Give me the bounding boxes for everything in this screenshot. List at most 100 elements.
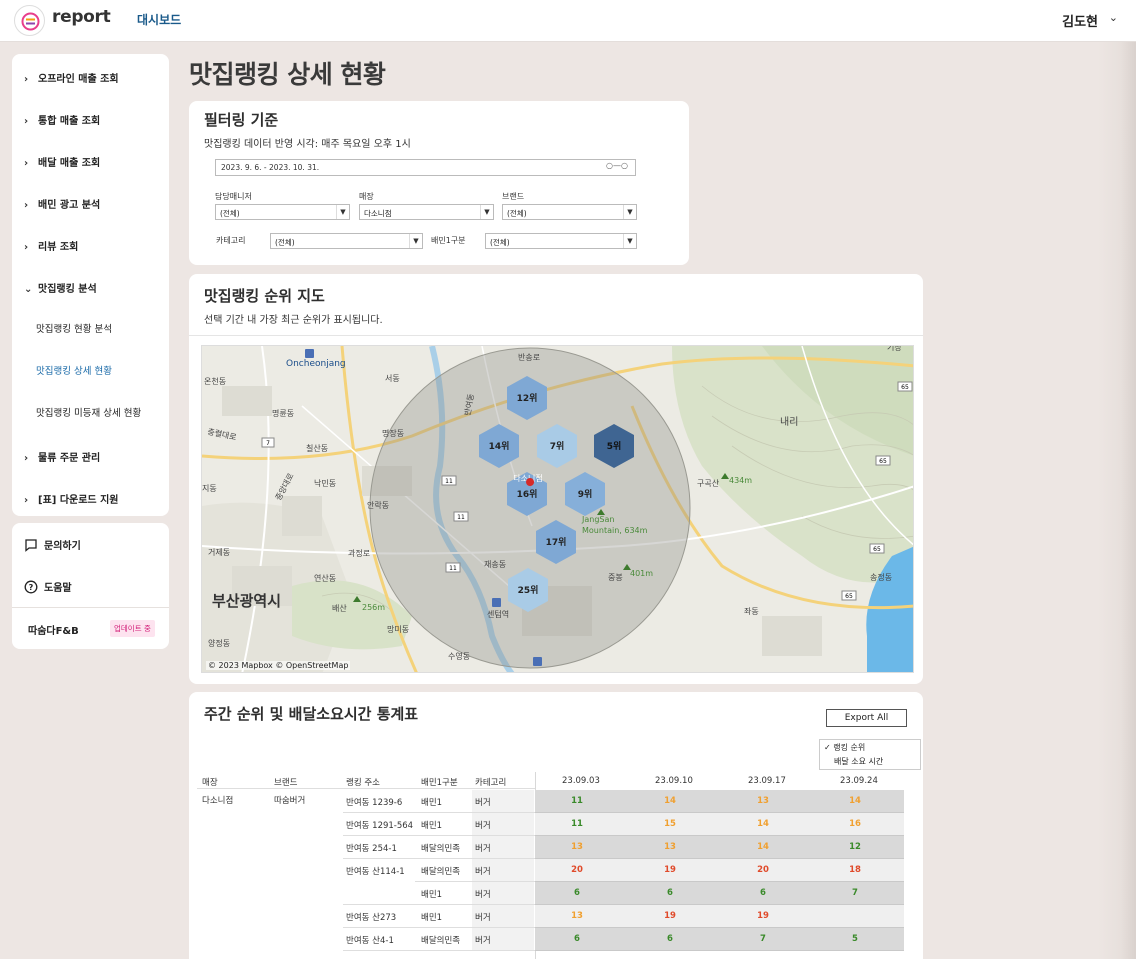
help-link[interactable]: ? 도움말 bbox=[24, 579, 72, 594]
rank-value[interactable]: 6 bbox=[547, 888, 607, 898]
inquiry-link[interactable]: 문의하기 bbox=[24, 537, 81, 552]
sidebar-item-integrated-sales[interactable]: › 통합 매출 조회 bbox=[24, 112, 100, 127]
user-name[interactable]: 김도현 bbox=[1062, 11, 1098, 30]
rank-value[interactable]: 6 bbox=[547, 934, 607, 944]
metric-selector[interactable]: ✓ 랭킹 순위 배달 소요 시간 bbox=[819, 739, 921, 770]
sidebar-subitem-ranking-detail[interactable]: 맛집랭킹 상세 현황 bbox=[36, 363, 112, 377]
export-all-button[interactable]: Export All bbox=[826, 709, 907, 727]
sidebar-subitem-unlisted-detail[interactable]: 맛집랭킹 미등재 상세 현황 bbox=[36, 405, 141, 419]
help-panel: 문의하기 ? 도움말 따숨다F&B 업데이트 중 bbox=[12, 523, 169, 649]
chevron-down-icon[interactable]: ⌄ bbox=[1109, 11, 1118, 24]
chevron-right-icon: › bbox=[24, 453, 29, 464]
rank-value[interactable]: 19 bbox=[640, 911, 700, 921]
sidebar-item-ranking-analysis[interactable]: ⌄ 맛집랭킹 분석 bbox=[24, 280, 97, 295]
rank-value[interactable]: 13 bbox=[547, 842, 607, 852]
rank-value[interactable]: 7 bbox=[733, 934, 793, 944]
table-row[interactable]: 11 14 13 14 bbox=[535, 790, 904, 813]
rank-data-grid: 11 14 13 14 11 15 14 16 13 13 14 12 20 19 20 18 6 6 6 7 13 19… bbox=[535, 790, 904, 959]
sidebar-item-label: 배민 광고 분석 bbox=[38, 200, 101, 211]
brand-select[interactable]: (전체) ▼ bbox=[502, 204, 637, 220]
svg-text:65: 65 bbox=[901, 384, 909, 391]
table-row[interactable]: 20 19 20 18 bbox=[535, 859, 904, 882]
page-title: 맛집랭킹 상세 현황 bbox=[189, 60, 386, 89]
rank-value[interactable]: 11 bbox=[547, 796, 607, 806]
place-label: 서동 bbox=[385, 374, 400, 383]
filter-panel: 필터링 기준 맛집랭킹 데이터 반영 시각: 매주 목요일 오후 1시 2023… bbox=[189, 101, 689, 265]
category-cell: 버거 bbox=[475, 913, 491, 923]
category-select[interactable]: (전체) ▼ bbox=[270, 233, 423, 249]
place-label: 센텀역 bbox=[487, 609, 509, 619]
rank-value[interactable]: 15 bbox=[640, 819, 700, 829]
column-header-brand: 브랜드 bbox=[274, 778, 298, 788]
rank-value[interactable]: 14 bbox=[733, 842, 793, 852]
manager-select[interactable]: (전체) ▼ bbox=[215, 204, 350, 220]
rank-value[interactable]: 14 bbox=[825, 796, 885, 806]
rank-value[interactable]: 13 bbox=[547, 911, 607, 921]
rank-value[interactable]: 20 bbox=[547, 865, 607, 875]
sidebar-item-download[interactable]: › [표] 다운로드 지원 bbox=[24, 491, 119, 506]
place-label: 망미동 bbox=[387, 624, 409, 634]
sidebar-item-delivery-sales[interactable]: › 배달 매출 조회 bbox=[24, 154, 100, 169]
rank-value[interactable]: 6 bbox=[733, 888, 793, 898]
logo-icon[interactable] bbox=[14, 5, 45, 36]
place-label: 401m bbox=[630, 569, 653, 578]
place-label: 온천동 bbox=[204, 376, 226, 386]
sidebar-item-offline-sales[interactable]: › 오프라인 매출 조회 bbox=[24, 70, 119, 85]
map-attribution[interactable]: © 2023 Mapbox © OpenStreetMap bbox=[206, 661, 351, 670]
chevron-right-icon: › bbox=[24, 495, 29, 506]
nav-dashboard[interactable]: 대시보드 bbox=[137, 11, 181, 28]
rank-value[interactable]: 19 bbox=[733, 911, 793, 921]
place-label: Mountain, 634m bbox=[582, 526, 648, 535]
svg-text:11: 11 bbox=[449, 565, 457, 572]
place-label: JangSan bbox=[581, 515, 614, 524]
rank-value[interactable]: 14 bbox=[640, 796, 700, 806]
table-row[interactable]: 13 19 19 bbox=[535, 905, 904, 928]
rank-value[interactable]: 19 bbox=[640, 865, 700, 875]
baemin-type-cell: 배민1 bbox=[421, 890, 443, 900]
column-header-week: 23.09.17 bbox=[748, 776, 786, 786]
sidebar-item-logistics[interactable]: › 물류 주문 관리 bbox=[24, 449, 100, 464]
metric-option-delivery-time[interactable]: 배달 소요 시간 bbox=[834, 756, 883, 767]
baemin-type-cell: 배민1 bbox=[421, 821, 443, 831]
range-slider-icon[interactable]: ○—○ bbox=[606, 161, 628, 170]
address-cell: 반여동 산114-1 bbox=[346, 867, 405, 877]
rank-label: 14위 bbox=[489, 440, 510, 452]
table-row[interactable]: 11 15 14 16 bbox=[535, 813, 904, 836]
rank-value[interactable]: 20 bbox=[733, 865, 793, 875]
help-label: 도움말 bbox=[44, 583, 72, 594]
rank-value[interactable]: 6 bbox=[640, 934, 700, 944]
chat-icon bbox=[25, 539, 37, 552]
baemin-type-select[interactable]: (전체) ▼ bbox=[485, 233, 637, 249]
sidebar-subitem-ranking-status[interactable]: 맛집랭킹 현황 분석 bbox=[36, 321, 112, 335]
rank-value[interactable]: 13 bbox=[640, 842, 700, 852]
sidebar-item-label: 맛집랭킹 분석 bbox=[38, 284, 97, 295]
place-label: 수영동 bbox=[448, 651, 470, 661]
question-icon: ? bbox=[24, 580, 38, 594]
rank-value[interactable]: 7 bbox=[825, 888, 885, 898]
rank-value[interactable]: 11 bbox=[547, 819, 607, 829]
city-label: 부산광역시 bbox=[212, 592, 281, 610]
date-range-input[interactable]: 2023. 9. 6. - 2023. 10. 31. ○—○ bbox=[215, 159, 636, 176]
rank-value[interactable]: 5 bbox=[825, 934, 885, 944]
rank-value[interactable]: 18 bbox=[825, 865, 885, 875]
sidebar-item-baemin-ads[interactable]: › 배민 광고 분석 bbox=[24, 196, 100, 211]
map-note: 선택 기간 내 가장 최근 순위가 표시됩니다. bbox=[204, 315, 383, 326]
app-name[interactable]: report bbox=[52, 7, 111, 27]
column-header-week: 23.09.03 bbox=[562, 776, 600, 786]
table-row[interactable]: 6 6 7 5 bbox=[535, 928, 904, 951]
filter-note: 맛집랭킹 데이터 반영 시각: 매주 목요일 오후 1시 bbox=[204, 139, 411, 150]
table-row[interactable]: 13 13 14 12 bbox=[535, 836, 904, 859]
rank-value[interactable]: 14 bbox=[733, 819, 793, 829]
rank-value[interactable]: 6 bbox=[640, 888, 700, 898]
metric-option-rank[interactable]: ✓ 랭킹 순위 bbox=[824, 742, 865, 753]
sidebar-item-label: 리뷰 조회 bbox=[38, 242, 79, 253]
rank-value[interactable]: 13 bbox=[733, 796, 793, 806]
ranking-map[interactable]: 반송로 Oncheonjang 온천동 서동 명륜동 명장동 충렬대로 칠산동 … bbox=[201, 345, 914, 673]
table-row[interactable]: 6 6 6 7 bbox=[535, 882, 904, 905]
store-select[interactable]: 다소니점 ▼ bbox=[359, 204, 494, 220]
rank-value[interactable]: 16 bbox=[825, 819, 885, 829]
sidebar: › 오프라인 매출 조회 › 통합 매출 조회 › 배달 매출 조회 › 배민 광고 분… bbox=[12, 54, 169, 516]
map-canvas[interactable]: 반송로 Oncheonjang 온천동 서동 명륜동 명장동 충렬대로 칠산동 … bbox=[202, 346, 914, 673]
rank-value[interactable]: 12 bbox=[825, 842, 885, 852]
sidebar-item-reviews[interactable]: › 리뷰 조회 bbox=[24, 238, 78, 253]
